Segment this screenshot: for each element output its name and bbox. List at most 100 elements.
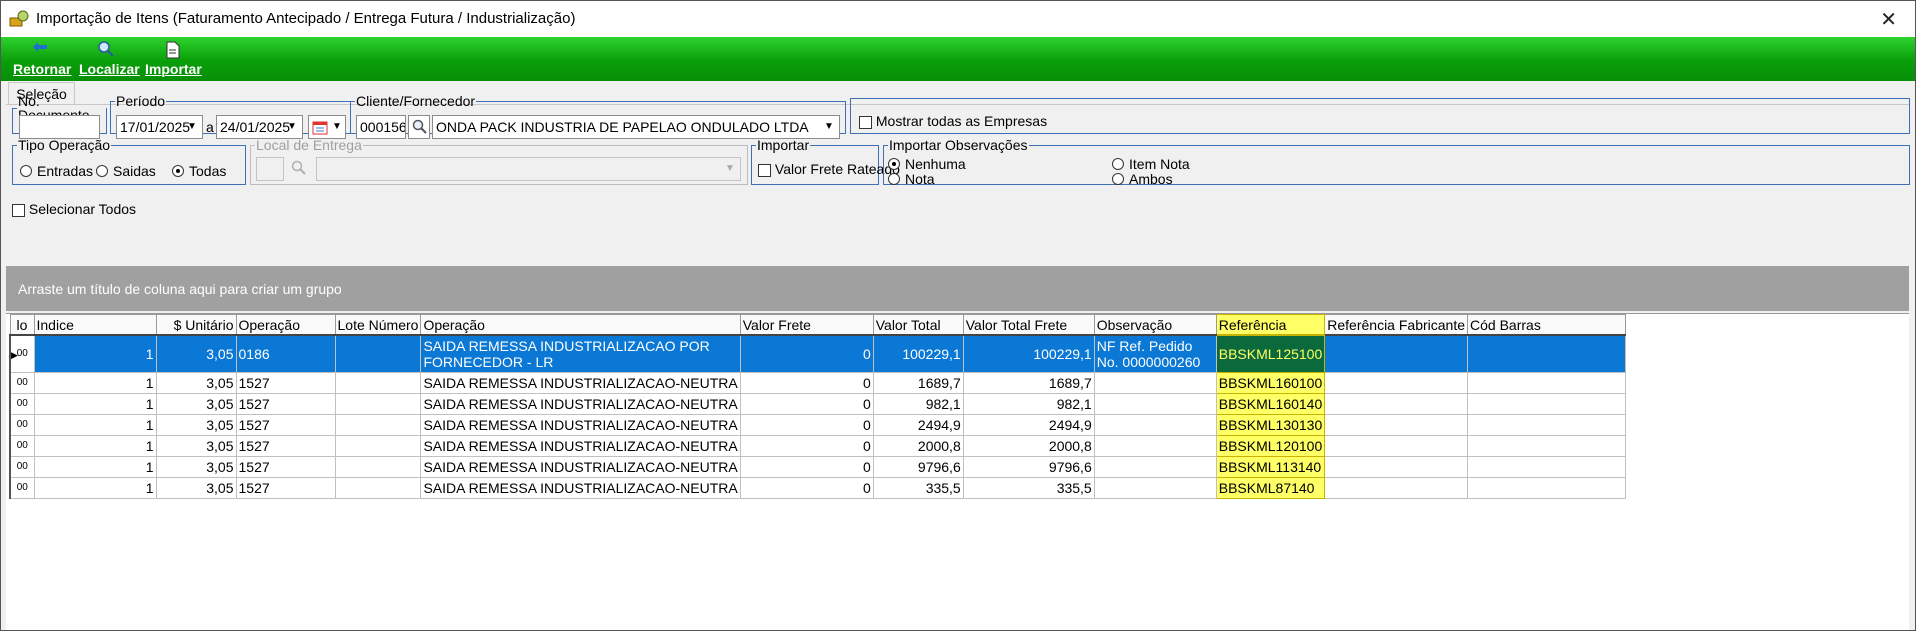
retornar-button[interactable]: Retornar <box>13 41 71 79</box>
column-header[interactable]: Indice <box>33 314 157 336</box>
table-cell-frete[interactable]: 0 <box>739 414 874 436</box>
table-cell-frete[interactable]: 0 <box>739 435 874 457</box>
table-cell-op[interactable]: 1527 <box>235 477 336 499</box>
radio-nenhuma[interactable] <box>888 158 900 170</box>
table-cell-obs[interactable] <box>1093 414 1217 436</box>
table-cell-c0[interactable]: 00 <box>9 414 35 436</box>
radio-ambos[interactable] <box>1112 173 1124 185</box>
table-cell-reffab[interactable] <box>1324 435 1469 457</box>
table-cell-frete[interactable]: 0 <box>739 477 874 499</box>
table-cell-c0[interactable]: 00 <box>9 435 35 457</box>
table-cell-lote[interactable] <box>334 435 422 457</box>
table-cell-indice[interactable]: 1 <box>33 372 157 394</box>
table-cell-lote[interactable] <box>334 414 422 436</box>
table-cell-unit[interactable]: 3,05 <box>155 372 237 394</box>
localizar-button[interactable]: Localizar <box>79 41 140 79</box>
column-header[interactable]: Operação <box>420 314 741 336</box>
table-cell-total[interactable]: 100229,1 <box>872 334 964 373</box>
table-cell-totfrete[interactable]: 1689,7 <box>962 372 1095 394</box>
table-cell-reffab[interactable] <box>1324 334 1469 373</box>
table-cell-op[interactable]: 1527 <box>235 456 336 478</box>
cliente-code-input[interactable]: 0001563 <box>356 115 406 139</box>
table-cell-reffab[interactable] <box>1324 456 1469 478</box>
table-cell-indice[interactable]: 1 <box>33 456 157 478</box>
radio-todas[interactable] <box>172 165 184 177</box>
table-cell-ref[interactable]: BBSKML87140 <box>1215 477 1326 499</box>
table-cell-opdesc[interactable]: SAIDA REMESSA INDUSTRIALIZACAO-NEUTRA <box>420 477 741 499</box>
table-cell-ref[interactable]: BBSKML125100 <box>1215 334 1326 373</box>
table-cell-frete[interactable]: 0 <box>739 456 874 478</box>
table-cell-c0[interactable]: 00 <box>9 372 35 394</box>
radio-entradas[interactable] <box>20 165 32 177</box>
periodo-from-field[interactable]: 17/01/2025 ▼ <box>116 115 203 139</box>
column-header[interactable]: Lote Número <box>334 314 422 336</box>
table-cell-ref[interactable]: BBSKML113140 <box>1215 456 1326 478</box>
table-row[interactable]: 00 1 3,05 1527 SAIDA REMESSA INDUSTRIALIZACA… <box>9 435 1627 457</box>
table-cell-unit[interactable]: 3,05 <box>155 334 237 373</box>
table-cell-ref[interactable]: BBSKML130130 <box>1215 414 1326 436</box>
column-header[interactable]: Operação <box>235 314 336 336</box>
table-row[interactable]: 00 ▶ 1 3,05 0186 SAIDA REMESSA INDUSTRIALIZAC… <box>9 334 1627 373</box>
column-header[interactable]: Observação <box>1093 314 1217 336</box>
table-cell-totfrete[interactable]: 982,1 <box>962 393 1095 415</box>
table-cell-indice[interactable]: 1 <box>33 334 157 373</box>
column-header[interactable]: lo <box>9 314 35 336</box>
checkbox-box[interactable] <box>12 203 25 217</box>
chevron-down-icon[interactable]: ▼ <box>184 116 200 138</box>
table-cell-totfrete[interactable]: 2000,8 <box>962 435 1095 457</box>
table-cell-unit[interactable]: 3,05 <box>155 456 237 478</box>
table-cell-total[interactable]: 2494,9 <box>872 414 964 436</box>
table-cell-opdesc[interactable]: SAIDA REMESSA INDUSTRIALIZACAO-NEUTRA <box>420 435 741 457</box>
table-cell-total[interactable]: 1689,7 <box>872 372 964 394</box>
table-cell-indice[interactable]: 1 <box>33 414 157 436</box>
table-cell-obs[interactable] <box>1093 393 1217 415</box>
table-cell-ref[interactable]: BBSKML120100 <box>1215 435 1326 457</box>
table-cell-cod[interactable] <box>1467 435 1627 457</box>
table-cell-frete[interactable]: 0 <box>739 393 874 415</box>
importar-button[interactable]: Importar <box>145 41 202 79</box>
table-cell-indice[interactable]: 1 <box>33 435 157 457</box>
radio-item-nota[interactable] <box>1112 158 1124 170</box>
group-by-panel[interactable]: Arraste um título de coluna aqui para cr… <box>6 266 1909 311</box>
table-cell-frete[interactable]: 0 <box>739 372 874 394</box>
table-cell-c0[interactable]: 00 <box>9 393 35 415</box>
table-cell-lote[interactable] <box>334 393 422 415</box>
table-cell-indice[interactable]: 1 <box>33 477 157 499</box>
table-cell-c0[interactable]: 00 <box>9 477 35 499</box>
table-cell-cod[interactable] <box>1467 414 1627 436</box>
no-documento-input[interactable] <box>19 115 100 139</box>
table-cell-cod[interactable] <box>1467 334 1627 373</box>
table-cell-cod[interactable] <box>1467 372 1627 394</box>
column-header[interactable]: Valor Frete <box>739 314 874 336</box>
table-cell-opdesc[interactable]: SAIDA REMESSA INDUSTRIALIZACAO-NEUTRA <box>420 456 741 478</box>
table-cell-totfrete[interactable]: 9796,6 <box>962 456 1095 478</box>
table-cell-lote[interactable] <box>334 456 422 478</box>
table-cell-ref[interactable]: BBSKML160100 <box>1215 372 1326 394</box>
selecionar-todos-checkbox[interactable]: Selecionar Todos <box>12 201 136 217</box>
valor-frete-rateado-checkbox[interactable]: Valor Frete Rateado <box>758 161 900 177</box>
table-cell-reffab[interactable] <box>1324 477 1469 499</box>
mostrar-empresas-checkbox[interactable]: Mostrar todas as Empresas <box>859 113 1047 129</box>
checkbox-box[interactable] <box>859 115 872 129</box>
table-cell-indice[interactable]: 1 <box>33 393 157 415</box>
table-cell-c0[interactable]: 00 <box>9 456 35 478</box>
close-icon[interactable]: ✕ <box>1880 7 1897 32</box>
column-header[interactable]: Valor Total Frete <box>962 314 1095 336</box>
table-cell-lote[interactable] <box>334 477 422 499</box>
table-cell-opdesc[interactable]: SAIDA REMESSA INDUSTRIALIZACAO-NEUTRA <box>420 372 741 394</box>
table-cell-obs[interactable] <box>1093 435 1217 457</box>
column-header[interactable]: $ Unitário <box>155 314 237 336</box>
table-cell-cod[interactable] <box>1467 393 1627 415</box>
table-cell-opdesc[interactable]: SAIDA REMESSA INDUSTRIALIZACAO-NEUTRA <box>420 393 741 415</box>
table-cell-cod[interactable] <box>1467 477 1627 499</box>
table-cell-totfrete[interactable]: 335,5 <box>962 477 1095 499</box>
table-cell-obs[interactable] <box>1093 477 1217 499</box>
table-cell-unit[interactable]: 3,05 <box>155 414 237 436</box>
column-header[interactable]: Referência <box>1215 314 1326 336</box>
table-cell-total[interactable]: 982,1 <box>872 393 964 415</box>
table-cell-obs[interactable] <box>1093 456 1217 478</box>
table-cell-unit[interactable]: 3,05 <box>155 393 237 415</box>
table-cell-frete[interactable]: 0 <box>739 334 874 373</box>
table-cell-totfrete[interactable]: 2494,9 <box>962 414 1095 436</box>
calendar-button[interactable]: ▼ <box>308 115 346 139</box>
